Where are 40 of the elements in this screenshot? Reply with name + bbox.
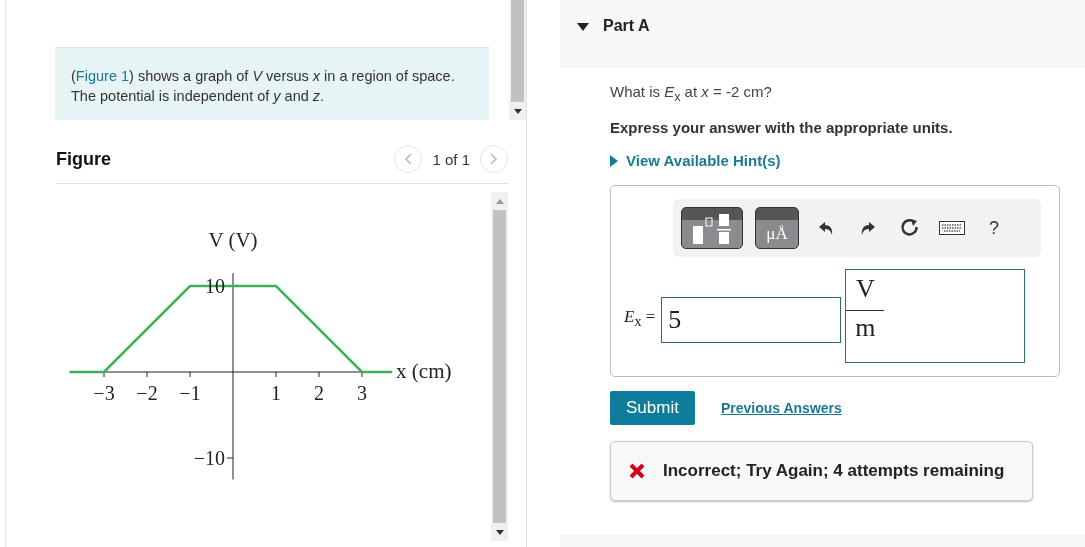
part-header[interactable]: Part A [560, 0, 1085, 68]
hints-toggle[interactable]: View Available Hint(s) [610, 152, 1085, 169]
redo-icon [859, 219, 877, 237]
x-tick-label: −1 [179, 382, 201, 404]
answer-label: E$_{x}$ = [624, 307, 656, 331]
x-tick-label: 1 [271, 382, 281, 404]
scrollbar[interactable] [509, 0, 526, 120]
previous-answers-link[interactable]: Previous Answers [720, 400, 842, 416]
chevron-left-icon [404, 153, 413, 165]
question-text: What is E$_{x}$ at x = -2 cm? [610, 82, 773, 106]
undo-icon [817, 219, 835, 237]
scroll-down-icon[interactable] [495, 529, 504, 535]
x-tick-label: 3 [357, 382, 367, 404]
part-title: Part A [603, 17, 650, 35]
reset-icon [900, 218, 920, 238]
x-tick-label: 2 [314, 382, 324, 404]
figure-title: Figure [56, 148, 111, 170]
value-field[interactable]: 5 [661, 297, 842, 343]
unit-denominator: m [854, 312, 877, 343]
figure-link[interactable]: Figure 1 [75, 68, 130, 84]
instruction-text: Express your answer with the appropriate units. [610, 119, 954, 136]
x-tick-label: −2 [136, 382, 158, 404]
y-axis-label: V (V) [208, 228, 258, 253]
y-tick-label: −10 [193, 447, 225, 469]
units-field[interactable]: V m [845, 269, 1026, 363]
units-button[interactable]: μÅ [755, 207, 799, 249]
caret-icon [610, 154, 618, 167]
page-counter: 1 of 1 [432, 150, 470, 168]
chevron-right-icon [490, 153, 498, 165]
submit-button[interactable]: Submit [610, 391, 695, 425]
feedback-text: Incorrect; Try Again; 4 attempts remaining [663, 461, 1005, 481]
x-tick-label: −3 [93, 382, 115, 404]
help-button[interactable]: ? [979, 213, 1009, 243]
intro-text: (Figure 1) shows a graph of V versus x in a region of space. The potential is independent of y and z. [55, 47, 489, 120]
templates-button[interactable] [681, 207, 743, 249]
cross-icon [629, 463, 645, 479]
x-axis-label: x (cm) [396, 359, 452, 383]
unit-numerator: V [846, 274, 885, 311]
scroll-down-icon[interactable] [513, 108, 522, 114]
scrollbar[interactable] [491, 192, 508, 541]
